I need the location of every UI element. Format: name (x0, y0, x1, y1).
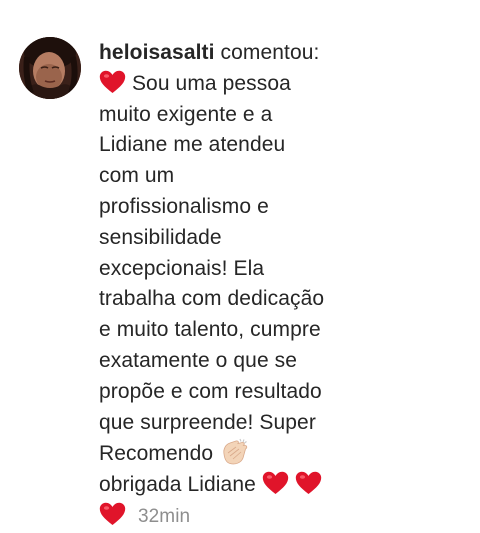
comment-line: trabalha com dedicação (99, 287, 325, 311)
comment-line: excepcionais! Ela (99, 256, 265, 280)
comment-text: heloisasalti comentou: Sou uma pessoa mu… (99, 38, 459, 533)
comment-line: Sou uma pessoa (99, 69, 459, 100)
comment-line: propõe e com resultado (99, 379, 322, 403)
red-heart-icon (262, 471, 289, 495)
comment-footer: 32min (99, 501, 459, 533)
comment-line: exatamente o que se (99, 348, 298, 372)
comment-line: com um (99, 164, 175, 188)
comment-line: muito exigente e a (99, 102, 273, 126)
comment-line: profissionalismo e (99, 194, 269, 218)
comment-line: que surpreende! Super (99, 410, 316, 434)
red-heart-icon (99, 502, 126, 525)
comment-line: e muito talento, cumpre (99, 318, 321, 342)
red-heart-icon (99, 70, 126, 93)
comment-line: sensibilidade (99, 225, 222, 249)
comment-line: Recomendo (99, 438, 459, 470)
instagram-comment: heloisasalti comentou: Sou uma pessoa mu… (0, 0, 480, 527)
comment-header: heloisasalti comentou: (99, 38, 459, 69)
avatar-photo (19, 37, 81, 99)
comment-line: Lidiane me atendeu (99, 133, 286, 157)
red-heart-icon (295, 471, 321, 495)
comment-action: comentou: (220, 41, 320, 64)
comment-line: obrigada Lidiane (99, 470, 459, 501)
avatar[interactable] (19, 37, 81, 99)
clapping-hands-icon (223, 439, 248, 465)
comment-timestamp: 32min (137, 505, 191, 527)
username-link[interactable]: heloisasalti (99, 41, 215, 64)
